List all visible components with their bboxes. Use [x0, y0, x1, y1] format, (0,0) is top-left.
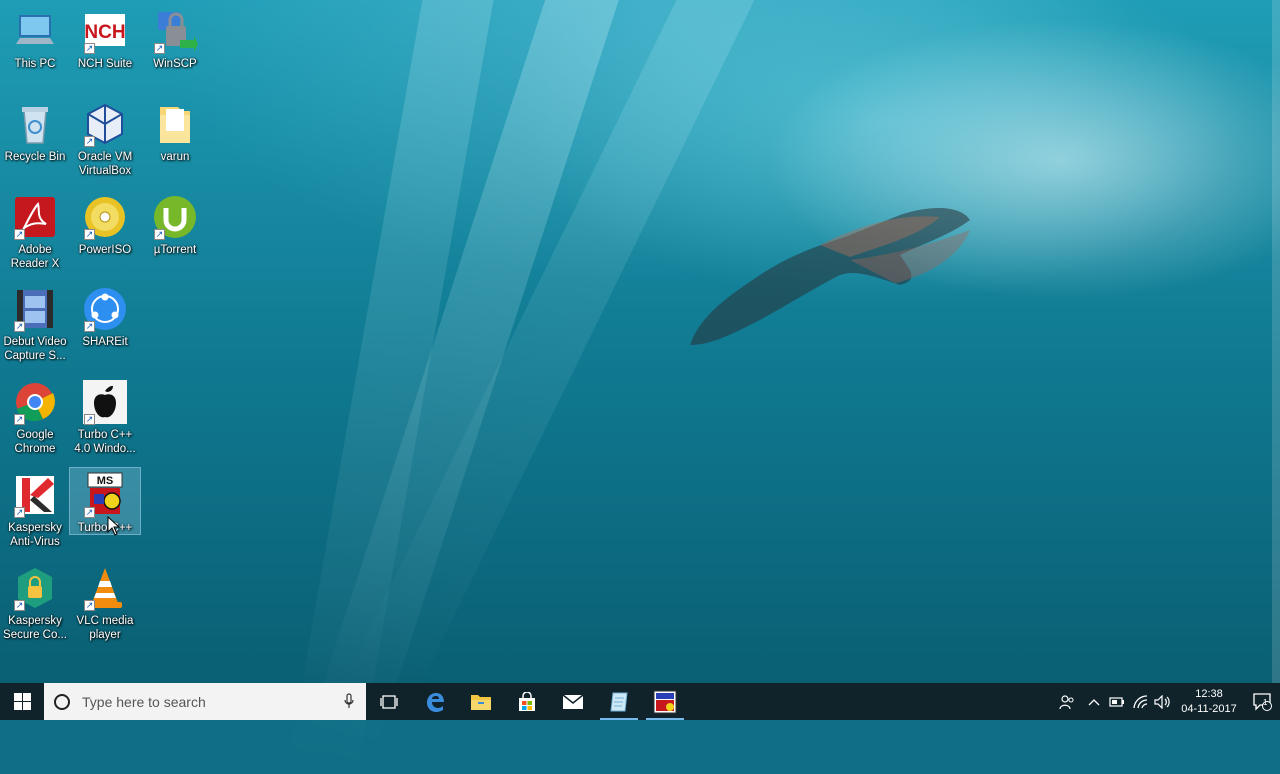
shortcut-arrow-icon: ↗	[154, 43, 165, 54]
shortcut-arrow-icon: ↗	[84, 229, 95, 240]
icon-label: Kaspersky Anti-Virus	[8, 522, 62, 548]
desktop-icon-adobe-reader[interactable]: ↗ Adobe Reader X	[0, 190, 70, 271]
shortcut-arrow-icon: ↗	[84, 600, 95, 611]
search-input[interactable]	[80, 692, 324, 711]
icon-label: Debut Video Capture S...	[3, 336, 67, 362]
recycle-bin-icon	[22, 107, 48, 144]
desktop-icon-google-chrome[interactable]: ↗ Google Chrome	[0, 375, 70, 456]
task-view-button[interactable]	[366, 683, 412, 720]
clock-time: 12:38	[1195, 687, 1223, 700]
show-hidden-icons-button[interactable]	[1082, 683, 1105, 720]
icon-label: WinSCP	[153, 58, 197, 70]
clock-date: 04-11-2017	[1181, 702, 1237, 715]
shortcut-arrow-icon: ↗	[14, 507, 25, 518]
mail-icon	[562, 693, 584, 709]
shortcut-arrow-icon: ↗	[154, 229, 165, 240]
icon-label: Turbo C++ 4.0 Windo...	[74, 429, 136, 455]
icon-label: Turbo C++	[77, 522, 133, 534]
volume-icon	[1153, 694, 1170, 709]
wifi-icon	[1132, 694, 1147, 708]
icon-label: PowerISO	[78, 244, 132, 256]
desktop-icon-nch-suite[interactable]: NCH ↗ NCH Suite	[70, 4, 140, 71]
store-button[interactable]	[504, 683, 550, 720]
diver-figure	[690, 208, 970, 345]
battery-icon	[1108, 696, 1124, 707]
desktop-icon-turbo-cpp-windows[interactable]: ↗ Turbo C++ 4.0 Windo...	[70, 375, 140, 456]
volume-button[interactable]	[1151, 683, 1174, 720]
shortcut-arrow-icon: ↗	[84, 414, 95, 425]
start-button[interactable]	[0, 683, 44, 720]
store-icon	[519, 691, 535, 711]
icon-label: Adobe Reader X	[10, 244, 60, 270]
desktop-icon-vlc[interactable]: ↗ VLC media player	[70, 561, 140, 642]
shortcut-arrow-icon: ↗	[84, 136, 95, 147]
notepad-icon	[610, 692, 628, 711]
cortana-icon	[54, 693, 70, 710]
edge-button[interactable]	[412, 683, 458, 720]
icon-label: Oracle VM VirtualBox	[77, 151, 133, 177]
file-explorer-button[interactable]	[458, 683, 504, 720]
icon-label: Recycle Bin	[4, 151, 66, 163]
turbo-app-button[interactable]	[642, 683, 688, 720]
desktop-icon-recycle-bin[interactable]: Recycle Bin	[0, 97, 70, 164]
action-center-button[interactable]: 1	[1244, 683, 1280, 720]
mouse-cursor-icon	[107, 516, 121, 536]
clock[interactable]: 12:38 04-11-2017	[1178, 687, 1240, 717]
shortcut-arrow-icon: ↗	[84, 43, 95, 54]
wifi-button[interactable]	[1128, 683, 1151, 720]
people-button[interactable]	[1052, 683, 1082, 720]
desktop-icon-shareit[interactable]: ↗ SHAREit	[70, 282, 140, 349]
people-icon	[1059, 694, 1074, 709]
scrollbar[interactable]	[1272, 0, 1280, 683]
icon-label: Kaspersky Secure Co...	[3, 615, 67, 641]
desktop-icon-this-pc[interactable]: This PC	[0, 4, 70, 71]
system-tray: 12:38 04-11-2017 1	[1052, 683, 1280, 720]
folder-icon	[160, 107, 190, 143]
chevron-up-icon	[1088, 698, 1099, 705]
notepad-button[interactable]	[596, 683, 642, 720]
battery-button[interactable]	[1105, 683, 1128, 720]
shortcut-arrow-icon: ↗	[14, 414, 25, 425]
desktop-icon-winscp[interactable]: ↗ WinSCP	[140, 4, 210, 71]
desktop-icon-utorrent[interactable]: ↗ µTorrent	[140, 190, 210, 257]
icon-label: varun	[160, 151, 190, 163]
notification-count: 1	[1263, 698, 1268, 707]
edge-icon	[427, 692, 444, 712]
taskbar: 12:38 04-11-2017 1	[0, 683, 1280, 720]
shortcut-arrow-icon: ↗	[84, 321, 95, 332]
turbo-app-icon	[653, 690, 677, 713]
icon-label: This PC	[14, 58, 56, 70]
desktop-icon-oracle-vm-virtualbox[interactable]: ↗ Oracle VM VirtualBox	[70, 97, 140, 178]
desktop-icon-varun[interactable]: varun	[140, 97, 210, 164]
desktop-icon-turbo-cpp[interactable]: MS ↗ Turbo C++	[69, 467, 141, 535]
svg-text:MS: MS	[97, 475, 114, 487]
icon-label: SHAREit	[82, 336, 128, 348]
icon-label: µTorrent	[153, 244, 197, 256]
this-pc-icon	[16, 15, 54, 44]
task-view-icon	[380, 694, 398, 709]
shortcut-arrow-icon: ↗	[14, 600, 25, 611]
search-box[interactable]	[44, 683, 366, 720]
svg-text:NCH: NCH	[84, 22, 125, 43]
desktop-icon-kaspersky-anti-virus[interactable]: ↗ Kaspersky Anti-Virus	[0, 468, 70, 549]
windows-logo-icon	[13, 693, 31, 710]
notification-icon	[1253, 692, 1272, 711]
desktop-icon-poweriso[interactable]: ↗ PowerISO	[70, 190, 140, 257]
shortcut-arrow-icon: ↗	[14, 229, 25, 240]
file-explorer-icon	[471, 694, 491, 710]
desktop-icon-debut-video[interactable]: ↗ Debut Video Capture S...	[0, 282, 70, 363]
desktop-icon-kaspersky-secure[interactable]: ↗ Kaspersky Secure Co...	[0, 561, 70, 642]
shortcut-arrow-icon: ↗	[84, 507, 95, 518]
mail-button[interactable]	[550, 683, 596, 720]
microphone-icon[interactable]	[344, 693, 354, 709]
shortcut-arrow-icon: ↗	[14, 321, 25, 332]
icon-label: Google Chrome	[14, 429, 56, 455]
icon-label: VLC media player	[76, 615, 134, 641]
icon-label: NCH Suite	[77, 58, 133, 70]
